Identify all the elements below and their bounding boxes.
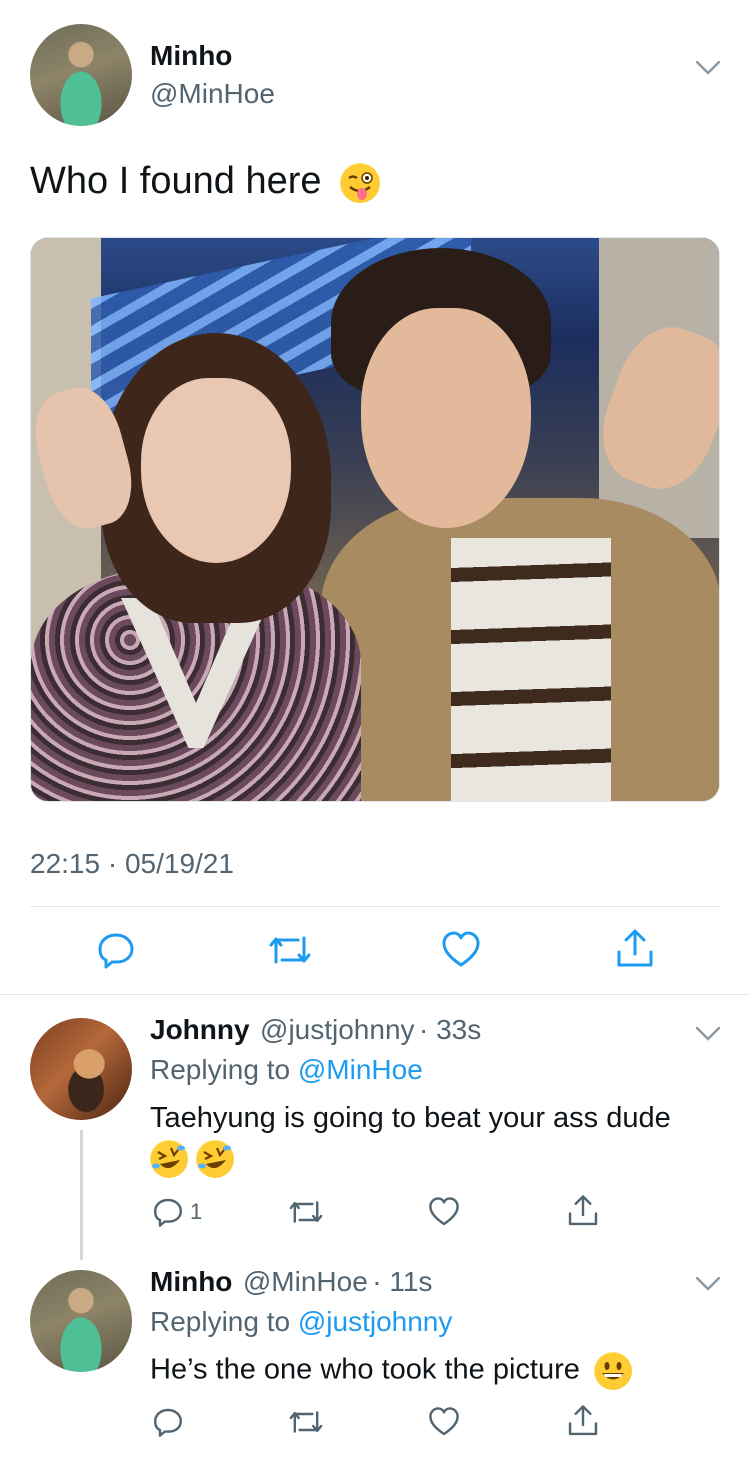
author-name[interactable]: Johnny — [150, 1014, 250, 1045]
retweet-button[interactable] — [288, 1406, 324, 1438]
reply-time[interactable]: · 11s — [372, 1266, 432, 1297]
retweet-button[interactable] — [288, 1196, 324, 1228]
author-name[interactable]: Minho — [150, 40, 232, 72]
tweet-text-body: Who I found here — [30, 160, 322, 202]
replying-to: Replying to @justjohnny — [150, 1306, 452, 1338]
avatar[interactable] — [30, 1270, 132, 1372]
replying-to-link[interactable]: @justjohnny — [298, 1306, 453, 1337]
rofl-emoji — [150, 1140, 188, 1178]
reply-text-row: He’s the one who took the picture — [150, 1352, 632, 1390]
author-handle[interactable]: @MinHoe — [150, 78, 275, 110]
tweet-text: Who I found here — [30, 160, 381, 203]
like-icon — [429, 1407, 459, 1436]
share-icon — [568, 1195, 598, 1226]
share-icon — [568, 1405, 598, 1436]
reply-button[interactable]: 1 — [152, 1196, 202, 1228]
rofl-emoji — [196, 1140, 235, 1178]
like-button[interactable] — [428, 1196, 460, 1228]
replying-to-prefix: Replying to — [150, 1306, 291, 1337]
share-button[interactable] — [566, 1404, 600, 1438]
avatar[interactable] — [30, 24, 132, 126]
like-icon — [429, 1197, 459, 1226]
reply-emojis — [150, 1140, 235, 1178]
share-icon — [617, 929, 653, 967]
tweet-timestamp[interactable]: 22:15 · 05/19/21 — [30, 848, 234, 880]
replying-to-prefix: Replying to — [150, 1054, 291, 1085]
retweet-button[interactable] — [268, 930, 312, 970]
like-button[interactable] — [441, 930, 481, 970]
reply-time[interactable]: · 33s — [419, 1014, 481, 1045]
reply-button[interactable] — [152, 1406, 184, 1438]
retweet-icon — [289, 1201, 323, 1223]
reply-header: Minho @MinHoe · 11s — [150, 1266, 432, 1298]
wink-tongue-emoji — [340, 162, 381, 203]
chevron-down-icon[interactable] — [694, 58, 722, 83]
like-icon — [442, 931, 480, 967]
reply-text: He’s the one who took the picture — [150, 1353, 580, 1386]
divider — [30, 906, 720, 907]
reply-icon — [154, 1408, 182, 1437]
retweet-icon — [289, 1411, 323, 1433]
reply-button[interactable] — [96, 930, 136, 970]
reply-icon — [154, 1198, 182, 1227]
replying-to: Replying to @MinHoe — [150, 1054, 423, 1086]
share-button[interactable] — [566, 1194, 600, 1228]
divider — [0, 994, 750, 995]
share-button[interactable] — [614, 928, 656, 970]
avatar[interactable] — [30, 1018, 132, 1120]
reply-icon — [98, 933, 134, 969]
author-handle[interactable]: @MinHoe — [243, 1266, 368, 1297]
replying-to-link[interactable]: @MinHoe — [298, 1054, 423, 1085]
like-button[interactable] — [428, 1406, 460, 1438]
retweet-icon — [269, 936, 311, 964]
author-name[interactable]: Minho — [150, 1266, 232, 1297]
thread-line — [80, 1130, 83, 1260]
tweet-photo[interactable] — [30, 237, 720, 802]
chevron-down-icon[interactable] — [694, 1274, 722, 1299]
reply-header: Johnny @justjohnny · 33s — [150, 1014, 481, 1046]
chevron-down-icon[interactable] — [694, 1024, 722, 1049]
author-handle[interactable]: @justjohnny — [260, 1014, 415, 1045]
reply-count: 1 — [190, 1199, 203, 1224]
grinning-emoji — [593, 1352, 632, 1390]
reply-text: Taehyung is going to beat your ass dude — [150, 1102, 671, 1134]
